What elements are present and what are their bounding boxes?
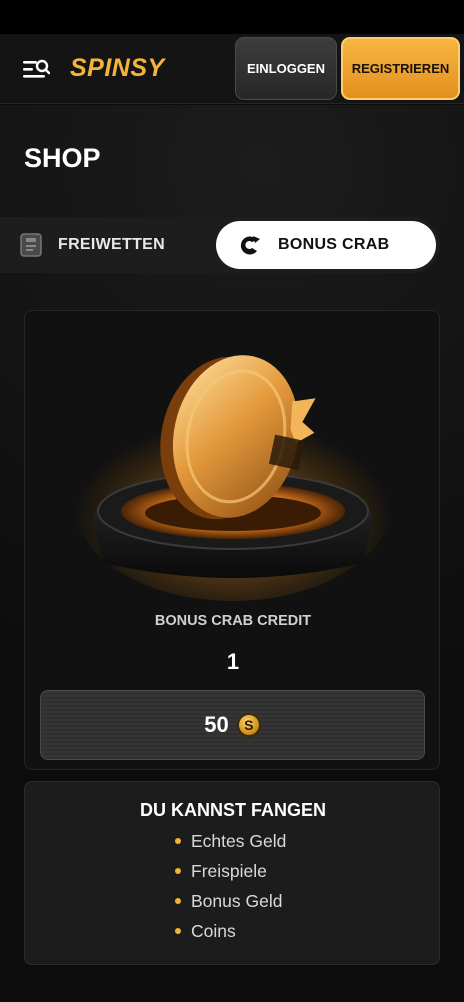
product-name: BONUS CRAB CREDIT <box>154 613 312 629</box>
shop-page: SHOP FREIWETTEN BONUS CRAB BONUS CRAB CR… <box>0 105 464 1002</box>
status-bar <box>0 0 464 34</box>
tab-freiwetten-label: FREIWETTEN <box>58 236 165 253</box>
crab-claw-icon <box>240 236 260 255</box>
page-title: SHOP <box>24 143 101 173</box>
tab-freiwetten[interactable]: FREIWETTEN <box>0 217 214 273</box>
tab-bonus-crab-label: BONUS CRAB <box>278 236 390 253</box>
list-item: Echtes Geld <box>175 826 286 856</box>
register-button[interactable]: REGISTRIEREN <box>341 37 460 100</box>
shop-tabs: FREIWETTEN BONUS CRAB <box>0 217 440 273</box>
tab-bonus-crab[interactable]: BONUS CRAB <box>216 221 436 269</box>
brand-logo[interactable]: SPINSY <box>70 54 165 83</box>
product-card: BONUS CRAB CREDIT 1 50 S <box>24 310 440 770</box>
top-header: SPINSY EINLOGGEN REGISTRIEREN <box>0 34 464 104</box>
buy-button[interactable]: 50 S <box>40 690 425 760</box>
rewards-title: DU KANNST FANGEN <box>139 800 326 820</box>
rewards-list: Echtes Geld Freispiele Bonus Geld Coins <box>175 826 286 946</box>
rewards-info-box: DU KANNST FANGEN Echtes Geld Freispiele … <box>24 781 440 965</box>
list-item: Bonus Geld <box>175 886 286 916</box>
login-button[interactable]: EINLOGGEN <box>235 37 337 100</box>
ticket-icon <box>20 233 42 257</box>
product-quantity: 1 <box>226 649 240 674</box>
bonus-crab-coin-image <box>73 355 393 601</box>
list-item: Coins <box>175 916 286 946</box>
list-item: Freispiele <box>175 856 286 886</box>
menu-search-icon[interactable] <box>22 58 50 80</box>
price-label: 50 <box>204 712 229 737</box>
coin-icon: S <box>236 713 261 737</box>
